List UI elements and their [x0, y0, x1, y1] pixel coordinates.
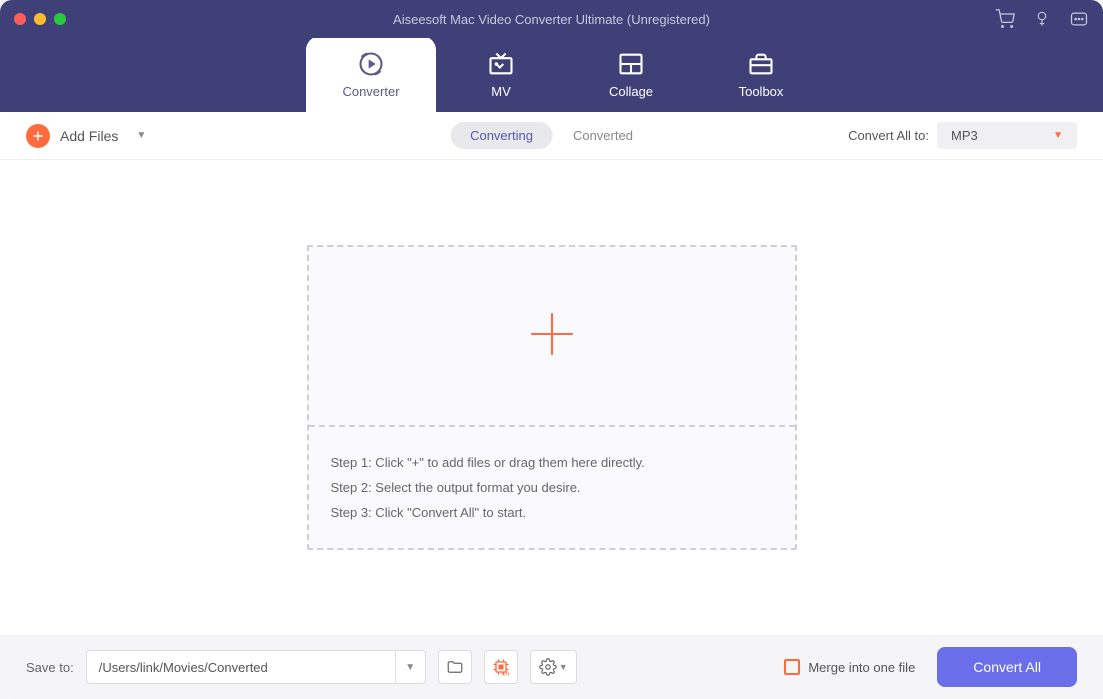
tab-label: MV	[491, 84, 511, 99]
chevron-down-icon: ▼	[395, 650, 425, 684]
main-area: Step 1: Click "+" to add files or drag t…	[0, 160, 1103, 635]
format-select[interactable]: MP3 ▼	[937, 122, 1077, 149]
dropzone-steps: Step 1: Click "+" to add files or drag t…	[309, 427, 795, 548]
main-tabbar: Converter MV Collage Toolbox	[0, 38, 1103, 112]
toolbar: Add Files ▼ Converting Converted Convert…	[0, 112, 1103, 160]
titlebar-right	[995, 9, 1089, 29]
tab-collage[interactable]: Collage	[566, 36, 696, 112]
merge-checkbox[interactable]	[784, 659, 800, 675]
chevron-down-icon: ▼	[559, 662, 568, 672]
collage-icon	[617, 50, 645, 78]
chevron-down-icon: ▼	[1053, 130, 1063, 141]
settings-button[interactable]: ▼	[530, 650, 577, 684]
tab-converter[interactable]: Converter	[306, 36, 436, 112]
subtab-converted[interactable]: Converted	[553, 122, 653, 149]
minimize-window-button[interactable]	[34, 13, 46, 25]
svg-text:ON: ON	[502, 671, 510, 677]
plus-icon	[26, 124, 50, 148]
merge-label: Merge into one file	[808, 660, 915, 675]
chevron-down-icon[interactable]: ▼	[136, 130, 146, 141]
merge-checkbox-group[interactable]: Merge into one file	[784, 659, 915, 675]
feedback-icon[interactable]	[1069, 9, 1089, 29]
bottombar: Save to: /Users/link/Movies/Converted ▼ …	[0, 635, 1103, 699]
tab-label: Converter	[342, 84, 399, 99]
plus-large-icon	[527, 309, 577, 364]
convert-all-button[interactable]: Convert All	[937, 647, 1077, 687]
dropzone-add-area[interactable]	[309, 247, 795, 427]
step-text: Step 3: Click "Convert All" to start.	[331, 505, 773, 520]
save-path-select[interactable]: /Users/link/Movies/Converted ▼	[86, 650, 426, 684]
mv-icon	[487, 50, 515, 78]
window-title: Aiseesoft Mac Video Converter Ultimate (…	[393, 12, 710, 27]
subtabs: Converting Converted	[450, 122, 653, 149]
maximize-window-button[interactable]	[54, 13, 66, 25]
open-folder-button[interactable]	[438, 650, 472, 684]
convert-all-to-label: Convert All to:	[848, 128, 929, 143]
tab-label: Collage	[609, 84, 653, 99]
gpu-accel-button[interactable]: ON	[484, 650, 518, 684]
convert-all-to-group: Convert All to: MP3 ▼	[848, 122, 1077, 149]
save-to-label: Save to:	[26, 660, 74, 675]
dropzone[interactable]: Step 1: Click "+" to add files or drag t…	[307, 245, 797, 550]
tab-toolbox[interactable]: Toolbox	[696, 36, 826, 112]
tab-mv[interactable]: MV	[436, 36, 566, 112]
step-text: Step 2: Select the output format you des…	[331, 480, 773, 495]
toolbox-icon	[747, 50, 775, 78]
add-files-label: Add Files	[60, 128, 118, 144]
titlebar: Aiseesoft Mac Video Converter Ultimate (…	[0, 0, 1103, 38]
app-window: Aiseesoft Mac Video Converter Ultimate (…	[0, 0, 1103, 699]
close-window-button[interactable]	[14, 13, 26, 25]
subtab-converting[interactable]: Converting	[450, 122, 553, 149]
format-value: MP3	[951, 128, 978, 143]
key-icon[interactable]	[1033, 10, 1051, 28]
add-files-button[interactable]: Add Files ▼	[26, 124, 146, 148]
cart-icon[interactable]	[995, 9, 1015, 29]
converter-icon	[357, 50, 385, 78]
tab-label: Toolbox	[739, 84, 784, 99]
save-path-value: /Users/link/Movies/Converted	[87, 660, 395, 675]
step-text: Step 1: Click "+" to add files or drag t…	[331, 455, 773, 470]
traffic-lights	[14, 13, 66, 25]
